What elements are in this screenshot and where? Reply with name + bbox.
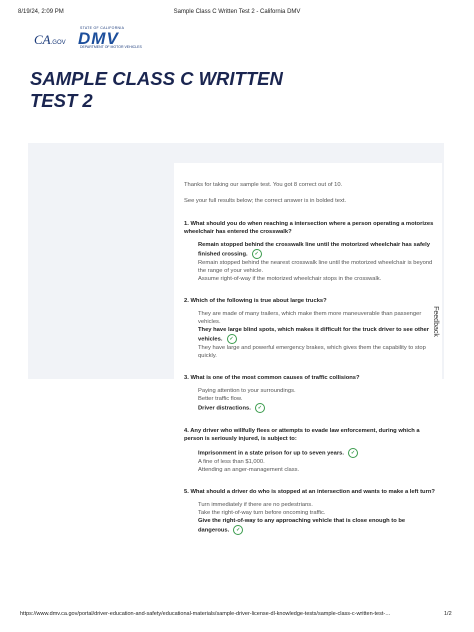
answer-text: Give the right-of-way to any approaching… (198, 518, 406, 534)
ca-gov-logo[interactable]: CA.GOV (34, 32, 66, 48)
answer-list: They are made of many trailers, which ma… (184, 310, 436, 360)
question-block: 2. Which of the following is true about … (184, 297, 436, 360)
answer-text: Paying attention to your surroundings. (198, 388, 296, 394)
question-text: 4. Any driver who willfully flees or att… (184, 428, 420, 442)
dmv-logo-bottom: DEPARTMENT OF MOTOR VEHICLES (80, 45, 142, 49)
question-block: 3. What is one of the most common causes… (184, 374, 436, 413)
score-text: Thanks for taking our sample test. You g… (184, 182, 343, 188)
question-block: 4. Any driver who willfully flees or att… (184, 427, 436, 474)
answer-correct: Driver distractions. ✓ (198, 403, 436, 413)
print-page-number: 1/2 (444, 611, 452, 617)
answer-option: Take the right-of-way turn before oncomi… (198, 509, 436, 517)
check-icon: ✓ (226, 334, 237, 344)
question-block: 1. What should you do when reaching a in… (184, 220, 436, 283)
print-url: https://www.dmv.ca.gov/portal/driver-edu… (20, 611, 391, 617)
answer-text: Take the right-of-way turn before oncomi… (198, 510, 326, 516)
answer-option: Remain stopped behind the nearest crossw… (198, 259, 436, 275)
answer-option: They are made of many trailers, which ma… (198, 310, 436, 326)
answer-correct: Give the right-of-way to any approaching… (198, 517, 436, 535)
answer-option: A fine of less than $1,000. (198, 458, 436, 466)
ca-gov-logo-text: CA (34, 32, 51, 47)
question-text: 2. Which of the following is true about … (184, 298, 327, 304)
page-title-line-1: SAMPLE CLASS C WRITTEN (30, 68, 283, 89)
answer-option: Assume right-of-way if the motorized whe… (198, 275, 436, 283)
answer-text: Remain stopped behind the nearest crossw… (198, 260, 433, 274)
page-title-line-2: TEST 2 (30, 90, 93, 111)
print-document-title: Sample Class C Written Test 2 - Californ… (173, 9, 301, 15)
check-icon: ✓ (233, 525, 244, 535)
answer-text: They have large and powerful emergency b… (198, 345, 426, 359)
answer-option: Paying attention to your surroundings. (198, 387, 436, 395)
header-logos: CA.GOV STATE OF CALIFORNIA DMV DEPARTMEN… (34, 26, 144, 52)
answer-option: Attending an anger-management class. (198, 466, 436, 474)
answer-option: Turn immediately if there are no pedestr… (198, 501, 436, 509)
check-icon: ✓ (251, 249, 262, 259)
answer-text: A fine of less than $1,000. (198, 459, 265, 465)
question-block: 5. What should a driver do who is stoppe… (184, 488, 436, 535)
question-list: 1. What should you do when reaching a in… (184, 220, 436, 535)
answer-option: Better traffic flow. (198, 395, 436, 403)
answer-correct: They have large blind spots, which makes… (198, 326, 436, 344)
answer-option: They have large and powerful emergency b… (198, 344, 436, 360)
answer-list: Paying attention to your surroundings. Be… (184, 387, 436, 413)
answer-correct: Remain stopped behind the crosswalk line… (198, 241, 436, 259)
answer-correct: Imprisonment in a state prison for up to… (198, 448, 436, 458)
answer-list: Imprisonment in a state prison for up to… (184, 448, 436, 474)
question-text: 5. What should a driver do who is stoppe… (184, 489, 435, 495)
answer-text: Remain stopped behind the crosswalk line… (198, 242, 430, 258)
answer-list: Remain stopped behind the crosswalk line… (184, 241, 436, 283)
question-text: 1. What should you do when reaching a in… (184, 221, 434, 235)
page-title: SAMPLE CLASS C WRITTEN TEST 2 (30, 68, 283, 112)
print-header: 8/19/24, 2:09 PM Sample Class C Written … (0, 9, 474, 21)
question-text: 3. What is one of the most common causes… (184, 375, 360, 381)
answer-text: Imprisonment in a state prison for up to… (198, 450, 344, 457)
results-content: Thanks for taking our sample test. You g… (184, 181, 436, 549)
check-icon: ✓ (254, 403, 265, 413)
answer-text: They are made of many trailers, which ma… (198, 311, 422, 325)
check-icon: ✓ (347, 448, 358, 458)
answer-text: Attending an anger-management class. (198, 467, 300, 473)
ca-gov-logo-suffix: .GOV (50, 40, 66, 46)
answer-text: Better traffic flow. (198, 396, 243, 402)
answer-text: Driver distractions. (198, 405, 251, 412)
answer-text: Turn immediately if there are no pedestr… (198, 502, 313, 508)
dmv-logo[interactable]: STATE OF CALIFORNIA DMV DEPARTMENT OF MO… (74, 26, 142, 50)
results-note: See your full results below; the correct… (184, 198, 347, 204)
answer-text: Assume right-of-way if the motorized whe… (198, 276, 382, 282)
answer-list: Turn immediately if there are no pedestr… (184, 501, 436, 535)
